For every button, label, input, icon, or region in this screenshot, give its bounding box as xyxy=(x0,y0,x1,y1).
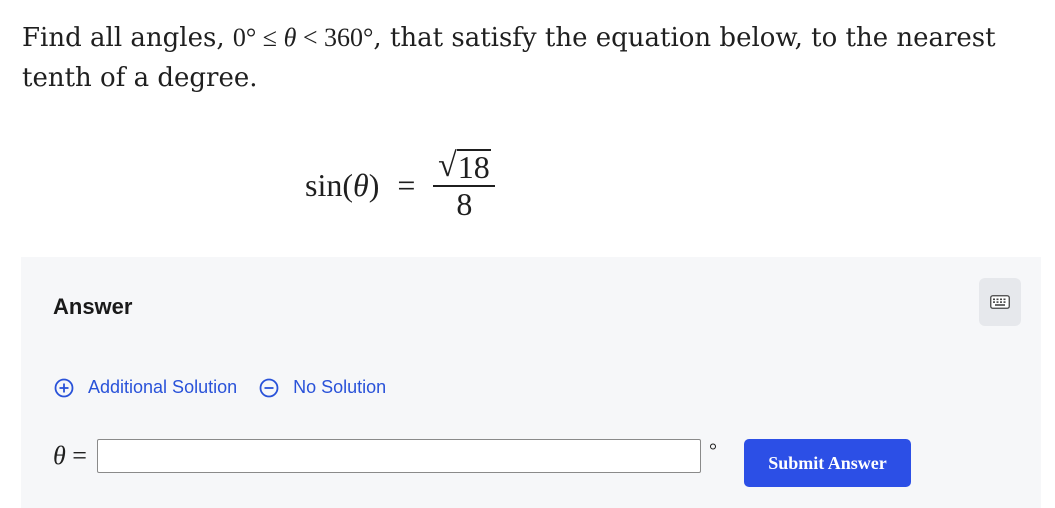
angle-range: 0° ≤ θ < 360° xyxy=(232,23,374,52)
additional-solution-label: Additional Solution xyxy=(88,377,238,397)
equation-fraction: √ 18 8 xyxy=(433,149,496,222)
question-intro: Find all angles, xyxy=(22,23,233,53)
plus-circle-icon xyxy=(54,378,74,397)
equation: sin(θ) = √ 18 8 xyxy=(305,140,496,230)
solution-options: Additional Solution No Solution xyxy=(54,377,386,398)
keyboard-icon xyxy=(990,295,1010,309)
minus-circle-icon xyxy=(259,378,279,397)
no-solution-button[interactable]: No Solution xyxy=(259,377,386,398)
additional-solution-button[interactable]: Additional Solution xyxy=(54,377,237,398)
fraction-denominator: 8 xyxy=(456,186,473,222)
answer-input[interactable] xyxy=(97,439,701,473)
answer-row: θ = ° xyxy=(53,439,717,473)
equation-lhs: sin(θ) xyxy=(305,166,380,203)
answer-title: Answer xyxy=(53,294,133,319)
submit-answer-button[interactable]: Submit Answer xyxy=(744,439,911,487)
radicand: 18 xyxy=(456,149,491,185)
answer-panel: Answer Additional Solution No Solution θ… xyxy=(21,257,1041,508)
question-text: Find all angles, 0° ≤ θ < 360°, that sat… xyxy=(22,18,1047,98)
no-solution-label: No Solution xyxy=(293,377,387,397)
degree-unit: ° xyxy=(709,439,717,462)
answer-variable-label: θ = xyxy=(53,441,87,470)
fraction-numerator: √ 18 xyxy=(434,149,495,185)
keyboard-button[interactable] xyxy=(979,278,1021,326)
equals-sign: = xyxy=(397,166,416,203)
radical-symbol: √ xyxy=(438,147,457,184)
